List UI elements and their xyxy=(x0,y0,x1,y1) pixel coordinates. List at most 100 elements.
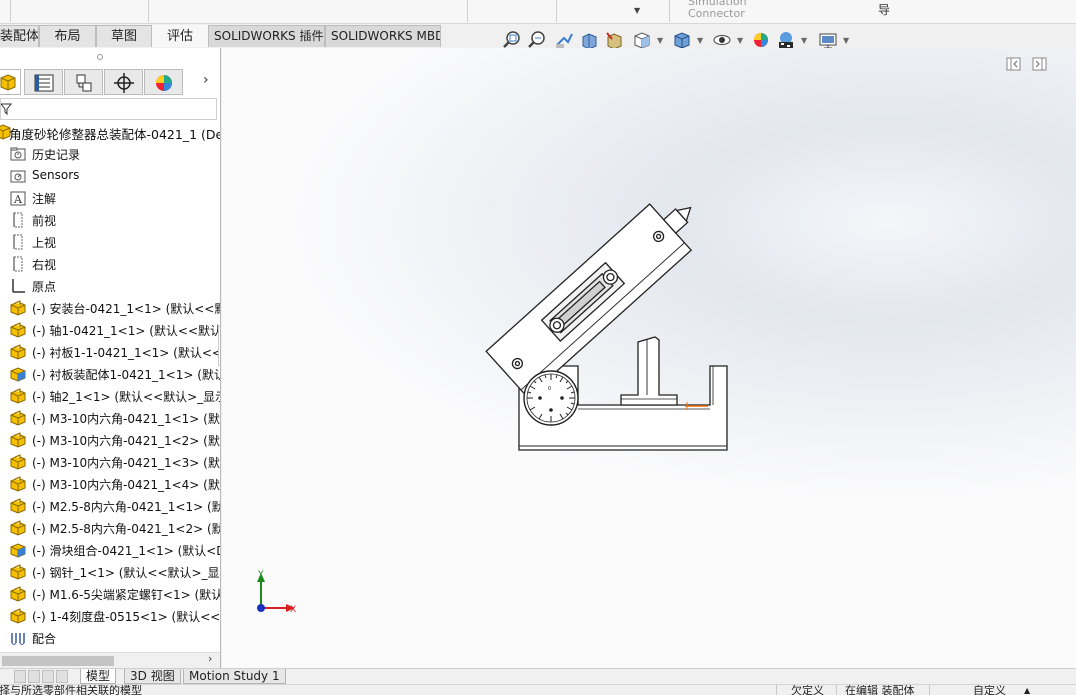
tab-solidworks-mbd[interactable]: SOLIDWORKS MBD xyxy=(325,25,441,47)
tree-item-label: (-) M3-10内六角-0421_1<2> (默认 xyxy=(32,434,221,448)
tree-item-label: (-) M2.5-8内六角-0421_1<2> (默认 xyxy=(32,522,221,536)
tree-item[interactable]: 前视 xyxy=(0,209,220,231)
tree-item[interactable]: 上视 xyxy=(0,231,220,253)
tree-item-label: (-) 安装台-0421_1<1> (默认<<默 xyxy=(32,302,221,316)
tree-item[interactable]: 原点 xyxy=(0,275,220,297)
tree-item[interactable]: 配合 xyxy=(0,627,220,649)
tree-item-label: (-) M2.5-8内六角-0421_1<1> (默认 xyxy=(32,500,221,514)
last-tab-icon[interactable] xyxy=(56,670,68,683)
tab-3d-view[interactable]: 3D 视图 xyxy=(124,669,181,684)
dial-part[interactable]: 0 xyxy=(523,370,579,426)
tree-item[interactable]: 右视 xyxy=(0,253,220,275)
chevron-down-icon[interactable]: ▼ xyxy=(843,37,851,45)
status-definition-state: 欠定义 xyxy=(791,684,824,695)
tree-item-label: Sensors xyxy=(32,168,80,182)
tree-item-label: (-) 钢针_1<1> (默认<<默认>_显示 xyxy=(32,566,221,580)
tree-item[interactable]: (-) M3-10内六角-0421_1<3> (默认 xyxy=(0,451,221,473)
svg-text:0: 0 xyxy=(548,386,551,392)
chevron-right-icon[interactable]: › xyxy=(203,72,209,88)
mates-icon xyxy=(11,633,25,645)
next-tab-icon[interactable] xyxy=(42,670,54,683)
tree-item[interactable]: (-) 轴1-0421_1<1> (默认<<默认> xyxy=(0,319,221,341)
tree-item[interactable]: (-) 1-4刻度盘-0515<1> (默认<<默 xyxy=(0,605,220,627)
tree-horizontal-scrollbar[interactable]: › xyxy=(0,652,220,668)
tree-item-label: 右视 xyxy=(32,258,57,272)
featuremanager-tree-icon[interactable] xyxy=(0,69,21,95)
part-icon xyxy=(10,498,26,514)
tree-item[interactable]: (-) M2.5-8内六角-0421_1<1> (默认 xyxy=(0,495,221,517)
tree-item[interactable]: (-) 衬板1-1-0421_1<1> (默认<<默 xyxy=(0,341,221,363)
tab-label: 草图 xyxy=(110,29,137,44)
part-icon xyxy=(10,608,26,624)
panel-resize-handle[interactable] xyxy=(218,326,220,366)
tab-sketch[interactable]: 草图 xyxy=(96,25,152,47)
tree-item-label: (-) M3-10内六角-0421_1<4> (默认 xyxy=(32,478,221,492)
status-units[interactable]: 自定义 xyxy=(973,685,1006,695)
panel-grip-icon[interactable] xyxy=(97,54,103,60)
tree-item-label: 原点 xyxy=(32,280,57,294)
prev-tab-icon[interactable] xyxy=(28,670,40,683)
model-tabs-bar: 模型 3D 视图 Motion Study 1 xyxy=(0,668,1076,684)
tab-layout[interactable]: 布局 xyxy=(39,25,96,47)
first-tab-icon[interactable] xyxy=(14,670,26,683)
tree-item-label: (-) M3-10内六角-0421_1<1> (默认 xyxy=(32,412,221,426)
tree-item[interactable]: (-) M2.5-8内六角-0421_1<2> (默认 xyxy=(0,517,221,539)
chevron-up-icon[interactable]: ▲ xyxy=(1024,685,1030,695)
tree-item[interactable]: (-) 轴2_1<1> (默认<<默认>_显示 xyxy=(0,385,220,407)
tab-label: 3D 视图 xyxy=(130,669,175,683)
tab-model[interactable]: 模型 xyxy=(80,669,117,684)
tree-item[interactable]: (-) M3-10内六角-0421_1<1> (默认 xyxy=(0,407,221,429)
solidworks-window: ▼ Simulation Connector 导 装配体 布局 草图 评估 SO… xyxy=(0,0,1076,695)
tree-item[interactable]: Sensors xyxy=(0,165,220,187)
tab-motion-study[interactable]: Motion Study 1 xyxy=(183,669,286,684)
chevron-down-icon[interactable]: ▼ xyxy=(657,37,665,45)
slider-assembly[interactable] xyxy=(485,185,712,399)
dimxpert-manager-icon[interactable] xyxy=(104,69,143,95)
tree-item-label: 配合 xyxy=(32,632,57,646)
tree-item[interactable]: (-) 衬板装配体1-0421_1<1> (默认 xyxy=(0,363,220,385)
triad-x-label: X xyxy=(290,605,296,615)
tree-item-label: (-) M3-10内六角-0421_1<3> (默认 xyxy=(32,456,221,470)
tab-label: SOLIDWORKS MBD xyxy=(331,29,441,43)
history-folder-icon xyxy=(10,147,26,161)
tab-label: 评估 xyxy=(166,29,193,44)
part-icon xyxy=(10,454,26,470)
tree-item[interactable]: (-) 安装台-0421_1<1> (默认<<默 xyxy=(0,297,221,319)
tree-item[interactable]: (-) 滑块组合-0421_1<1> (默认<D xyxy=(0,539,220,561)
chevron-down-icon[interactable]: ▼ xyxy=(737,37,745,45)
tree-item-label: (-) 轴1-0421_1<1> (默认<<默认> xyxy=(32,324,221,338)
tab-evaluate[interactable]: 评估 xyxy=(152,25,208,47)
assembly-model-view[interactable]: 0 Y X xyxy=(222,48,1076,668)
chevron-down-icon[interactable]: ▼ xyxy=(801,37,809,45)
tab-assembly[interactable]: 装配体 xyxy=(0,25,39,47)
configuration-manager-icon[interactable] xyxy=(64,69,103,95)
part-icon xyxy=(10,300,26,316)
tree-item[interactable]: 历史记录 xyxy=(0,143,220,165)
lining-plate-part[interactable] xyxy=(620,336,678,406)
chevron-down-icon[interactable]: ▼ xyxy=(697,37,705,45)
tab-label: 模型 xyxy=(86,669,111,683)
tree-filter-field[interactable] xyxy=(0,98,217,120)
simulation-connector-label[interactable]: Simulation Connector xyxy=(688,0,747,20)
tree-item-label: (-) 衬板1-1-0421_1<1> (默认<<默 xyxy=(32,346,221,360)
tree-item[interactable]: A 注解 xyxy=(0,187,220,209)
tab-solidworks-addins[interactable]: SOLIDWORKS 插件 xyxy=(208,25,325,47)
chevron-right-icon[interactable]: › xyxy=(208,652,212,665)
feature-manager-panel: › 角度砂轮修整器总装配体-0421_1 (Def 历史记录 Sensors A 注解… xyxy=(0,48,221,668)
tab-label: 布局 xyxy=(54,29,81,44)
tree-item-label: (-) M1.6-5尖端紧定螺钉<1> (默认 xyxy=(32,588,221,602)
triad-y-label: Y xyxy=(257,570,264,580)
tree-item[interactable]: (-) M3-10内六角-0421_1<4> (默认 xyxy=(0,473,221,495)
dropdown-caret-icon[interactable]: ▼ xyxy=(634,6,640,15)
tree-item[interactable]: (-) M3-10内六角-0421_1<2> (默认 xyxy=(0,429,221,451)
property-manager-icon[interactable] xyxy=(24,69,63,95)
part-icon xyxy=(10,322,26,338)
graphics-area[interactable]: 0 Y X xyxy=(222,48,1076,668)
tree-item[interactable]: (-) 钢针_1<1> (默认<<默认>_显示 xyxy=(0,561,221,583)
scrollbar-thumb[interactable] xyxy=(2,656,114,666)
tree-item[interactable]: (-) M1.6-5尖端紧定螺钉<1> (默认 xyxy=(0,583,221,605)
sensors-icon xyxy=(10,170,26,183)
display-manager-icon[interactable] xyxy=(144,69,183,95)
tree-root-assembly[interactable]: 角度砂轮修整器总装配体-0421_1 (Def xyxy=(0,121,221,143)
tree-root-label: 角度砂轮修整器总装配体-0421_1 (Def xyxy=(9,127,221,142)
